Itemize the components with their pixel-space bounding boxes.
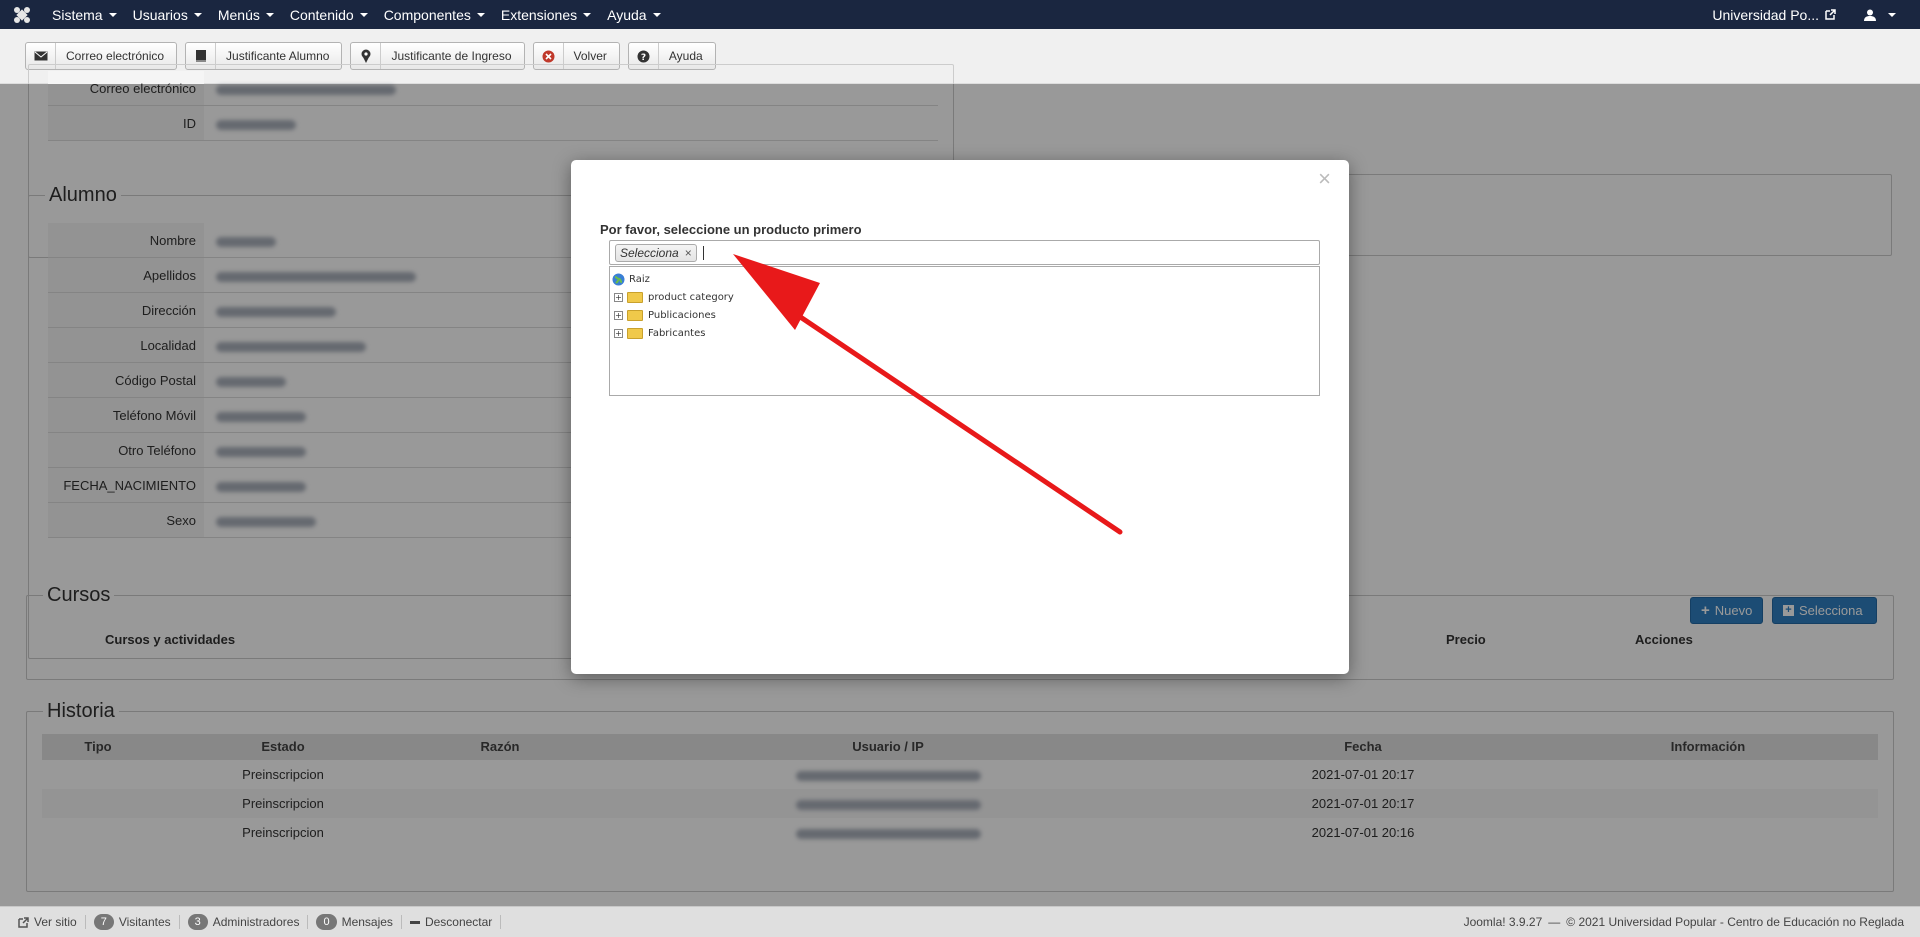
logout-link[interactable]: Desconectar	[402, 915, 502, 929]
caret-down-icon	[108, 12, 117, 17]
visitors-label: Visitantes	[118, 915, 171, 929]
caret-down-icon	[359, 12, 368, 17]
user-menu[interactable]	[1864, 9, 1920, 21]
email-button-label: Correo electrónico	[66, 49, 165, 63]
admins-link[interactable]: 3 Administradores	[180, 914, 309, 930]
selected-chip: Selecciona ×	[615, 243, 697, 262]
messages-count-badge: 0	[316, 914, 337, 930]
status-bar: Ver sitio 7 Visitantes 3 Administradores…	[0, 906, 1920, 937]
menu-ayuda[interactable]: Ayuda	[599, 0, 668, 29]
caret-down-icon	[476, 12, 485, 17]
svg-text:?: ?	[641, 53, 646, 63]
caret-down-icon	[652, 12, 661, 17]
help-button-label: Ayuda	[668, 49, 703, 63]
menu-componentes-label: Componentes	[383, 6, 471, 23]
expand-plus-icon[interactable]: +	[614, 328, 623, 338]
product-select-modal: × Por favor, seleccione un producto prim…	[571, 160, 1349, 674]
joomla-logo-icon[interactable]	[0, 0, 44, 29]
caret-down-icon	[265, 12, 274, 17]
view-site-label: Ver sitio	[34, 915, 77, 929]
remove-chip-icon[interactable]: ×	[685, 246, 692, 260]
tree-item-label: Publicaciones	[648, 309, 716, 321]
justificante-alumno-label: Justificante Alumno	[226, 49, 330, 63]
menu-sistema-label: Sistema	[52, 6, 103, 23]
user-icon	[1864, 9, 1876, 21]
menu-contenido-label: Contenido	[289, 6, 354, 23]
messages-link[interactable]: 0 Mensajes	[308, 914, 402, 930]
folder-icon	[627, 327, 643, 339]
menu-extensiones[interactable]: Extensiones	[493, 0, 599, 29]
caret-down-icon	[193, 12, 202, 17]
tree-item-label: Fabricantes	[648, 327, 706, 339]
menu-extensiones-label: Extensiones	[500, 6, 578, 23]
expand-plus-icon[interactable]: +	[614, 292, 623, 302]
menu-contenido[interactable]: Contenido	[282, 0, 376, 29]
modal-title: Por favor, seleccione un producto primer…	[600, 222, 862, 237]
justificante-ingreso-label: Justificante de Ingreso	[391, 49, 512, 63]
menu-usuarios-label: Usuarios	[132, 6, 188, 23]
caret-down-icon	[583, 12, 592, 17]
caret-down-icon	[1888, 12, 1896, 17]
minus-icon	[409, 920, 420, 924]
view-site-link[interactable]: Ver sitio	[10, 915, 86, 929]
category-tree: Raiz + product category + Publicaciones …	[609, 266, 1320, 396]
site-link-label: Universidad Po...	[1712, 6, 1819, 23]
menu-sistema[interactable]: Sistema	[44, 0, 125, 29]
admins-count-badge: 3	[187, 914, 208, 930]
globe-icon	[612, 273, 625, 285]
footer-copyright: Joomla! 3.9.27 — © 2021 Universidad Popu…	[1464, 915, 1920, 929]
main-menu: Sistema Usuarios Menús Contenido Compone…	[44, 0, 669, 29]
product-chosen-input[interactable]: Selecciona ×	[609, 240, 1320, 265]
tree-item-product-category[interactable]: + product category	[612, 288, 1317, 306]
menu-ayuda-label: Ayuda	[607, 6, 647, 23]
close-icon[interactable]: ×	[1318, 166, 1331, 192]
admins-label: Administradores	[212, 915, 300, 929]
footer-dash: —	[1548, 915, 1561, 929]
folder-icon	[627, 309, 643, 321]
expand-plus-icon[interactable]: +	[614, 310, 623, 320]
back-button-label: Volver	[573, 49, 607, 63]
joomla-version: Joomla! 3.9.27	[1463, 915, 1543, 929]
topbar-right: Universidad Po...	[1712, 0, 1920, 29]
visitors-link[interactable]: 7 Visitantes	[86, 914, 180, 930]
folder-icon	[627, 291, 643, 303]
tree-root-label: Raiz	[629, 273, 650, 285]
visitors-count-badge: 7	[93, 914, 114, 930]
site-link[interactable]: Universidad Po...	[1712, 7, 1864, 23]
menu-menus[interactable]: Menús	[210, 0, 282, 29]
menu-menus-label: Menús	[217, 6, 260, 23]
chip-label: Selecciona	[620, 245, 679, 260]
tree-item-label: product category	[648, 291, 734, 303]
text-cursor	[702, 245, 704, 260]
menu-componentes[interactable]: Componentes	[376, 0, 493, 29]
external-link-icon	[1825, 9, 1836, 20]
external-link-icon	[18, 916, 29, 928]
admin-menubar: Sistema Usuarios Menús Contenido Compone…	[0, 0, 1920, 29]
tree-item-publicaciones[interactable]: + Publicaciones	[612, 306, 1317, 324]
menu-usuarios[interactable]: Usuarios	[125, 0, 210, 29]
copyright-text: © 2021 Universidad Popular - Centro de E…	[1566, 915, 1904, 929]
logout-label: Desconectar	[424, 915, 493, 929]
messages-label: Mensajes	[341, 915, 393, 929]
tree-item-fabricantes[interactable]: + Fabricantes	[612, 324, 1317, 342]
tree-root[interactable]: Raiz	[612, 270, 1317, 288]
